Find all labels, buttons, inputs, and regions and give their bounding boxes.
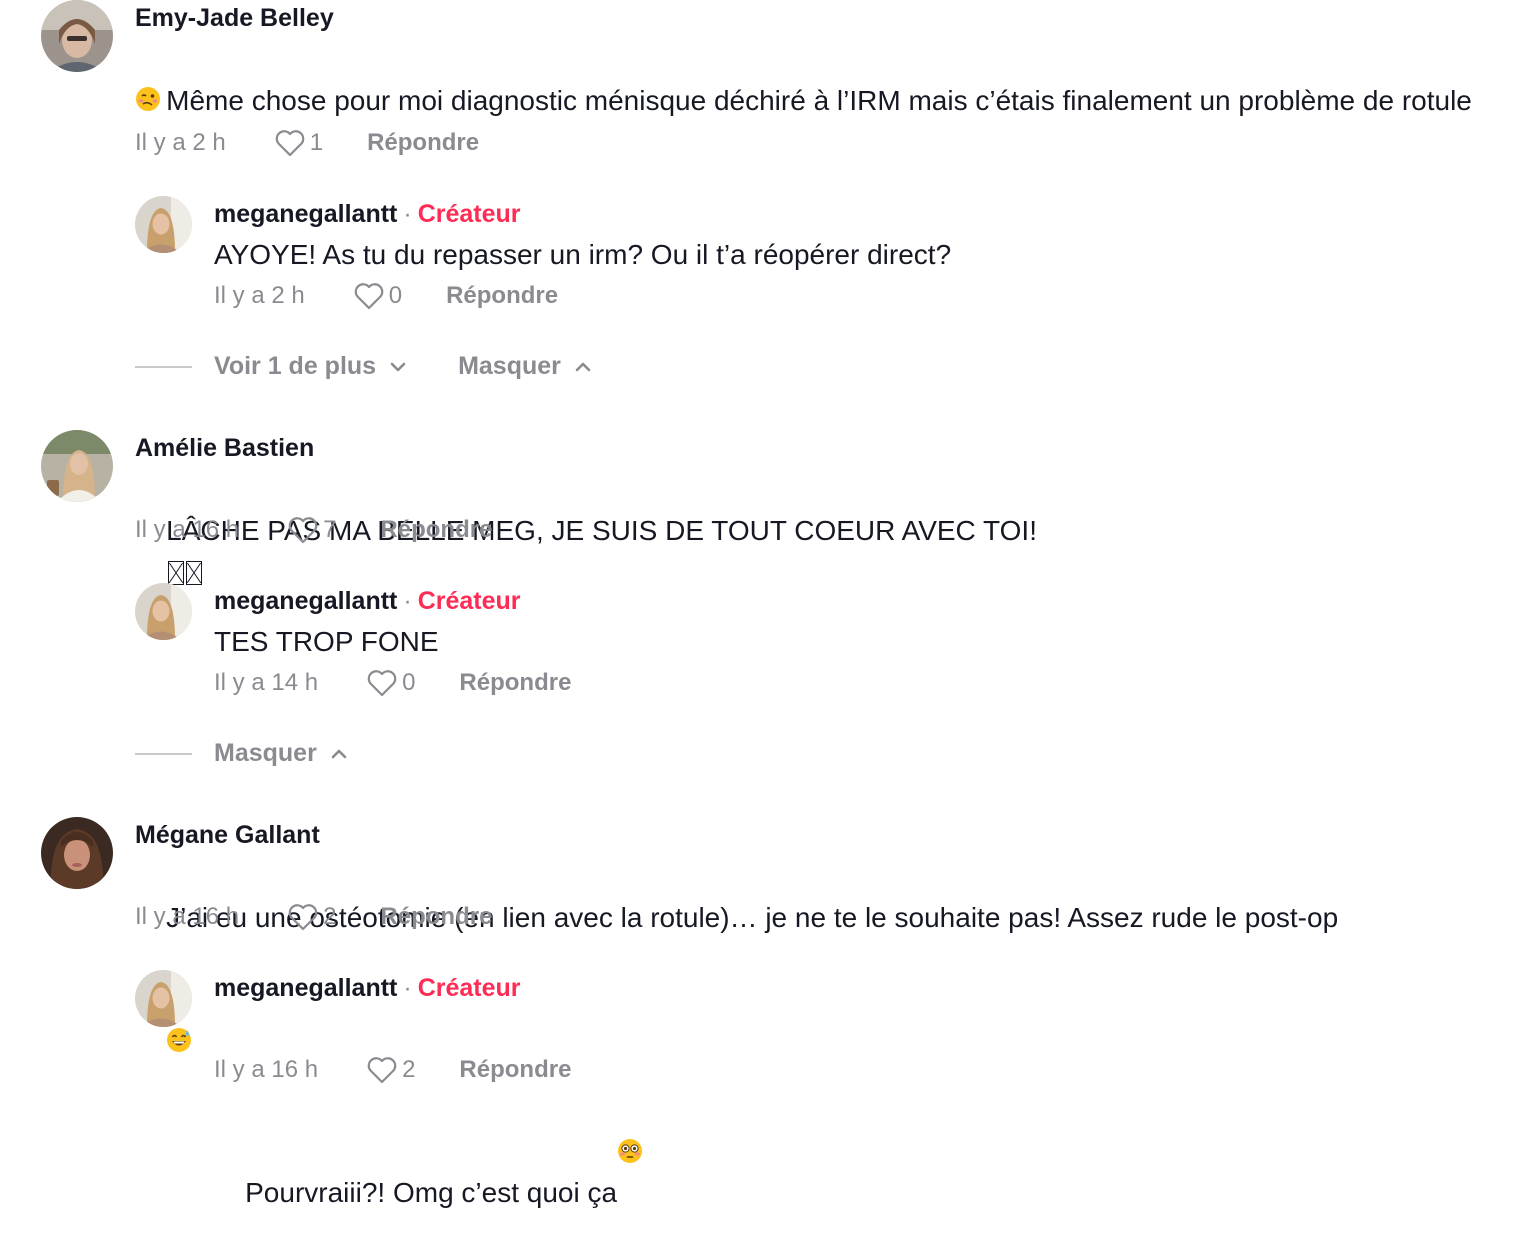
thread-divider (135, 752, 192, 755)
separator-dot: · (403, 587, 412, 615)
comment-time: Il y a 16 h (135, 516, 240, 543)
reply-button[interactable]: Répondre (367, 129, 479, 157)
creator-badge: Créateur (417, 974, 521, 1002)
thread-controls: Voir 1 de plus Masquer (135, 352, 593, 381)
reply-meta: Il y a 14 h 0 Répondre (214, 668, 571, 698)
view-more-label: Voir 1 de plus (214, 352, 377, 380)
comment-emoji (135, 86, 161, 113)
comment-text-line: Même chose pour moi diagnostic ménisque … (166, 85, 1472, 116)
reply-author[interactable]: meganegallantt · Créateur (214, 974, 521, 1003)
like-count: 7 (323, 516, 337, 543)
like-count: 2 (323, 903, 337, 930)
heart-outline-icon (367, 670, 397, 697)
heart-outline-icon (367, 1057, 397, 1084)
reply-author[interactable]: meganegallantt · Créateur (214, 200, 521, 229)
like-button[interactable]: 1 (274, 128, 323, 158)
reply-button[interactable]: Répondre (446, 282, 558, 310)
reply-time: Il y a 14 h (214, 669, 319, 696)
like-button[interactable]: 2 (366, 1055, 415, 1085)
reply-text: TES TROP FONE (214, 626, 439, 657)
missing-glyph-icon (168, 561, 185, 585)
reply-text-content: Pourvraiii?! Omg c’est quoi ça (245, 1177, 618, 1208)
reply-meta: Il y a 16 h 2 Répondre (214, 1055, 571, 1085)
avatar-image (135, 583, 192, 640)
hide-label: Masquer (458, 352, 561, 380)
avatar[interactable] (41, 817, 113, 889)
reply-button[interactable]: Répondre (459, 1056, 571, 1084)
missing-glyph-icon (186, 561, 203, 585)
comment-time: Il y a 2 h (135, 129, 226, 156)
avatar[interactable] (41, 0, 113, 72)
separator-dot: · (403, 974, 412, 1002)
reply-text: AYOYE! As tu du repasser un irm? Ou il t… (214, 239, 952, 270)
like-button[interactable]: 2 (287, 902, 336, 932)
thread-divider (135, 365, 192, 368)
reply-button[interactable]: Répondre (380, 903, 492, 931)
comment-meta: Il y a 2 h 1 Répondre (135, 128, 479, 158)
comment-author[interactable]: Mégane Gallant (135, 821, 320, 850)
reply-author-name: meganegallantt (214, 974, 398, 1002)
comment-author[interactable]: Emy-Jade Belley (135, 4, 334, 33)
woozy-face-emoji-icon (135, 86, 161, 112)
reply-button[interactable]: Répondre (459, 669, 571, 697)
like-count: 0 (388, 282, 403, 309)
avatar-image (41, 0, 113, 72)
comment-meta: Il y a 16 h 2 Répondre (135, 902, 492, 932)
avatar[interactable] (135, 196, 192, 253)
avatar-image (41, 430, 113, 502)
avatar-image (41, 817, 113, 889)
view-more-replies-button[interactable]: Voir 1 de plus (214, 352, 408, 381)
reply-time: Il y a 16 h (214, 1056, 319, 1083)
heart-outline-icon (288, 904, 318, 931)
reply-meta: Il y a 2 h 0 Répondre (214, 281, 558, 311)
avatar[interactable] (135, 970, 192, 1027)
comment-author[interactable]: Amélie Bastien (135, 434, 314, 463)
heart-outline-icon (354, 283, 383, 310)
thread-controls: Masquer (135, 739, 349, 768)
flushed-face-emoji-icon (617, 1050, 643, 1163)
reply-author-name: meganegallantt (214, 200, 398, 228)
heart-outline-icon (288, 517, 318, 544)
chevron-up-icon (331, 749, 347, 758)
avatar-image (135, 970, 192, 1027)
like-count: 1 (309, 129, 324, 156)
like-button[interactable]: 0 (366, 668, 415, 698)
hide-replies-button[interactable]: Masquer (214, 739, 349, 768)
separator-dot: · (403, 200, 412, 228)
creator-badge: Créateur (417, 587, 521, 615)
like-count: 2 (402, 1056, 416, 1083)
comment-time: Il y a 16 h (135, 903, 240, 930)
reply-author-name: meganegallantt (214, 587, 398, 615)
like-button[interactable]: 0 (353, 281, 402, 311)
creator-badge: Créateur (417, 200, 521, 228)
reply-author[interactable]: meganegallantt · Créateur (214, 587, 521, 616)
reply-text: Pourvraiii?! Omg c’est quoi ça (214, 1008, 643, 1256)
chevron-down-icon (390, 362, 406, 371)
reply-button[interactable]: Répondre (380, 516, 492, 544)
heart-outline-icon (275, 130, 304, 157)
like-button[interactable]: 7 (287, 515, 336, 545)
comment-meta: Il y a 16 h 7 Répondre (135, 515, 492, 545)
avatar-image (135, 196, 192, 253)
grinning-sweat-emoji-icon (166, 939, 192, 1052)
like-count: 0 (402, 669, 416, 696)
chevron-up-icon (575, 362, 591, 371)
hide-replies-button[interactable]: Masquer (458, 352, 593, 381)
reply-time: Il y a 2 h (214, 282, 305, 309)
avatar[interactable] (135, 583, 192, 640)
avatar[interactable] (41, 430, 113, 502)
hide-label: Masquer (214, 739, 317, 767)
